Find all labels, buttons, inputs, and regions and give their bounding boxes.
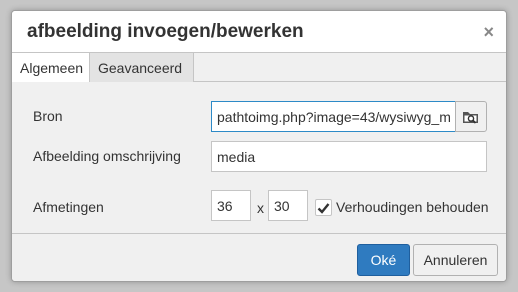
source-input[interactable] — [211, 101, 456, 132]
dimension-separator: x — [257, 200, 264, 216]
width-input[interactable] — [211, 190, 251, 221]
constrain-label[interactable]: Verhoudingen behouden — [336, 199, 489, 215]
dialog-titlebar: afbeelding invoegen/bewerken × — [12, 11, 506, 53]
description-input[interactable] — [211, 141, 487, 172]
dialog-title: afbeelding invoegen/bewerken — [27, 21, 304, 42]
constrain-checkbox[interactable] — [315, 199, 332, 216]
tab-general[interactable]: Algemeen — [12, 53, 90, 83]
description-label: Afbeelding omschrijving — [33, 148, 181, 164]
height-input[interactable] — [268, 190, 308, 221]
browse-button[interactable] — [455, 101, 487, 132]
close-icon[interactable]: × — [483, 23, 494, 41]
tab-bar: Algemeen Geavanceerd — [12, 53, 506, 83]
checkmark-icon — [317, 202, 330, 214]
image-dialog: afbeelding invoegen/bewerken × Algemeen … — [11, 10, 507, 282]
dialog-footer: Oké Annuleren — [12, 234, 506, 281]
browse-folder-icon — [463, 111, 478, 124]
tab-advanced[interactable]: Geavanceerd — [90, 53, 194, 82]
dimensions-label: Afmetingen — [33, 199, 104, 215]
cancel-button[interactable]: Annuleren — [413, 244, 498, 276]
general-panel: Bron Afbeelding omschrijving Afmetingen … — [12, 82, 506, 234]
ok-button[interactable]: Oké — [357, 244, 410, 276]
source-label: Bron — [33, 108, 63, 124]
